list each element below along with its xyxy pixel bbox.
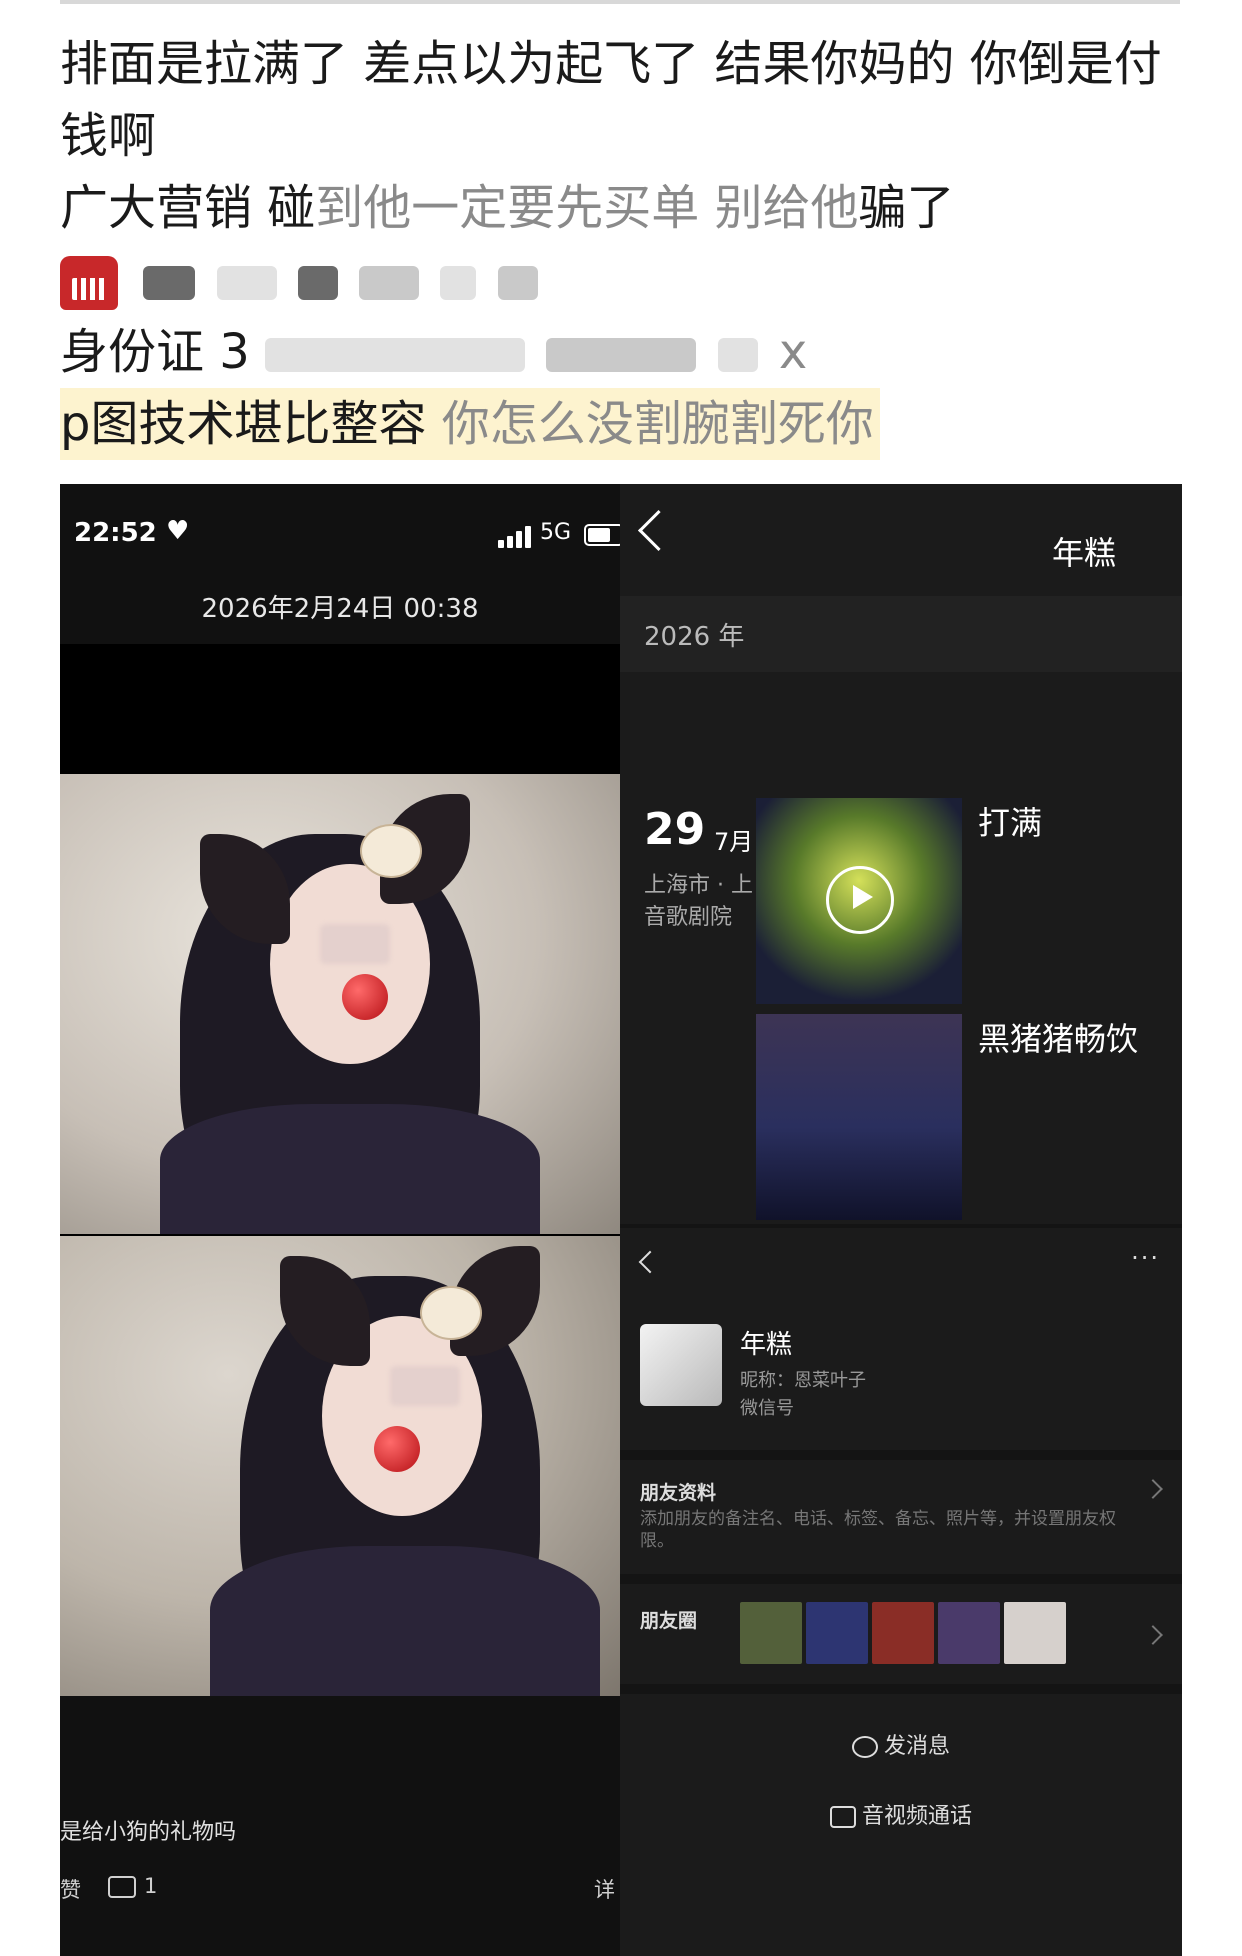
signal-icon <box>498 526 532 548</box>
screenshot-collage: 22:52 ♥ 5G 2026年2月24日 00:38 是给小狗的礼物吗 赞 1… <box>60 484 1182 1956</box>
post-line-id: 身份证 3 x <box>60 324 808 380</box>
divider <box>620 1450 1182 1460</box>
status-bar: 22:52 ♥ 5G <box>74 514 624 558</box>
bear-sticker <box>360 824 422 878</box>
highlighted-text: p图技术堪比整容 你怎么没割腕割死你 <box>60 388 880 460</box>
divider <box>620 1224 1182 1228</box>
moment-thumbnail[interactable] <box>756 1014 962 1220</box>
post-location: 上海市 · 上音歌剧院 <box>644 873 753 930</box>
chat-bubble-icon <box>851 1736 878 1758</box>
phone-icon <box>829 1806 856 1828</box>
post-line-2: 广大营销 碰到他一定要先买单 别给他骗了 <box>60 180 955 236</box>
redacted-block <box>216 266 277 300</box>
selfie-photo[interactable] <box>60 774 620 1234</box>
friend-info-description: 添加朋友的备注名、电话、标签、备忘、照片等，并设置朋友权限。 <box>640 1509 1116 1551</box>
moment-thumb <box>740 1602 802 1664</box>
moments-label[interactable]: 朋友圈 <box>640 1606 697 1633</box>
play-icon <box>826 866 894 934</box>
moments-thumbnails[interactable] <box>740 1602 1070 1666</box>
comment-button[interactable]: 1 <box>108 1874 157 1898</box>
redacted-block <box>265 338 526 372</box>
moment-thumb <box>806 1602 868 1664</box>
chevron-left-icon[interactable] <box>638 1250 662 1274</box>
moment-thumbnail-video[interactable] <box>756 798 962 1004</box>
avatar[interactable] <box>640 1324 722 1406</box>
moment-thumb <box>872 1602 934 1664</box>
moment-text[interactable]: 黑猪猪畅饮 <box>978 1014 1138 1060</box>
post-day: 29 <box>644 804 706 855</box>
back-icon[interactable] <box>637 509 680 552</box>
friend-info-label[interactable]: 朋友资料 <box>640 1478 716 1505</box>
profile-wechat-id: 微信号 <box>740 1398 794 1419</box>
chevron-right-icon[interactable] <box>1143 1625 1163 1645</box>
wechat-profile-screen: 年糕 2026 年 29 7月 上海市 · 上音歌剧院 打满 黑猪猪畅饮 ···… <box>620 484 1182 1956</box>
video-call-button[interactable]: 音视频通话 <box>620 1798 1182 1830</box>
post-month: 7月 <box>714 828 754 856</box>
post-body: 排面是拉满了 差点以为起飞了 结果你妈的 你倒是付钱啊 广大营销 碰到他一定要先… <box>60 28 1180 460</box>
redacted-block <box>497 266 538 300</box>
like-button[interactable]: 赞 <box>60 1874 81 1904</box>
moments-photo-screen: 22:52 ♥ 5G 2026年2月24日 00:38 是给小狗的礼物吗 赞 1… <box>60 484 624 1956</box>
chevron-right-icon[interactable] <box>1143 1479 1163 1499</box>
redacted-block <box>359 266 420 300</box>
redacted-block <box>717 338 758 372</box>
more-icon[interactable]: ··· <box>1131 1244 1160 1272</box>
profile-nickname: 昵称：恩菜叶子 <box>740 1370 866 1391</box>
moment-thumb <box>1004 1602 1066 1664</box>
moments-title: 年糕 <box>1051 534 1116 572</box>
selfie-photo[interactable] <box>60 1236 620 1696</box>
moment-thumb <box>938 1602 1000 1664</box>
heart-icon: ♥ <box>166 516 190 546</box>
detail-link[interactable]: 详 <box>594 1874 615 1904</box>
redacted-block <box>143 266 196 300</box>
redacted-block <box>297 266 338 300</box>
moment-text[interactable]: 打满 <box>978 798 1042 844</box>
red-nose-sticker <box>342 974 388 1020</box>
post-line-phone <box>60 244 1180 316</box>
post-line-1: 排面是拉满了 差点以为起飞了 结果你妈的 你倒是付钱啊 <box>60 36 1162 164</box>
battery-icon <box>584 524 624 546</box>
year-label: 2026 年 <box>644 622 745 652</box>
send-message-button[interactable]: 发消息 <box>620 1728 1182 1760</box>
top-divider <box>60 0 1180 4</box>
network-label: 5G <box>540 520 572 545</box>
photo-date: 2026年2月24日 00:38 <box>201 594 479 624</box>
telephone-icon <box>60 256 118 310</box>
red-nose-sticker <box>374 1426 420 1472</box>
divider <box>620 1574 1182 1584</box>
bear-sticker <box>420 1286 482 1340</box>
post-caption: 是给小狗的礼物吗 <box>60 1820 237 1845</box>
redacted-block <box>440 266 477 300</box>
profile-name: 年糕 <box>740 1330 793 1360</box>
redacted-block <box>546 338 697 372</box>
post-line-5: p图技术堪比整容 你怎么没割腕割死你 <box>60 388 1180 460</box>
status-time: 22:52 <box>74 518 157 548</box>
comment-icon <box>108 1876 136 1898</box>
divider <box>620 1684 1182 1694</box>
